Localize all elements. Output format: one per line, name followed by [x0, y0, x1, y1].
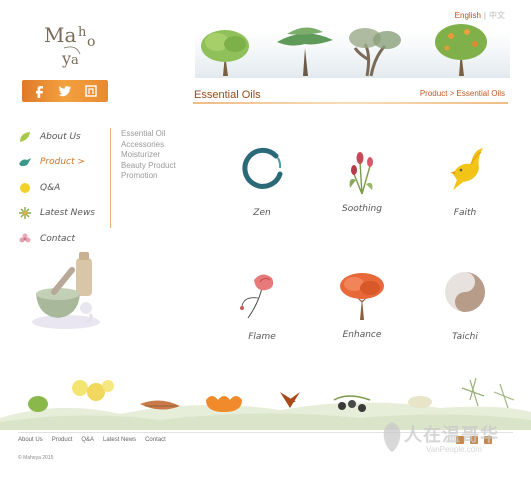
trees-banner — [195, 20, 510, 80]
facebook-icon[interactable] — [30, 82, 48, 100]
product-taichi[interactable]: Taichi — [435, 268, 495, 358]
footer-links: About Us Product Q&A Latest News Contact — [18, 437, 166, 443]
product-soothing[interactable]: Soothing — [332, 140, 392, 230]
svg-text:h: h — [78, 25, 87, 40]
product-label: Flame — [248, 332, 276, 342]
nav-item-latest-news[interactable]: Latest News — [18, 201, 108, 227]
breadcrumb[interactable]: Product > Essential Oils — [420, 89, 505, 98]
sub-nav: Essential Oil Accessories Moisturizer Be… — [121, 129, 176, 182]
title-divider — [193, 102, 508, 104]
flower-icon — [19, 207, 31, 220]
svg-text:Ma: Ma — [44, 23, 76, 47]
footer-link-latest-news[interactable]: Latest News — [103, 437, 136, 443]
subnav-item-essential-oil[interactable]: Essential Oil — [121, 129, 176, 140]
poppy-icon — [240, 274, 274, 319]
tulips-icon — [349, 152, 373, 195]
yin-yang-icon — [445, 272, 485, 312]
nav-label: Q&A — [40, 182, 61, 193]
watermark: 人在温哥华 VanPeople.com — [376, 418, 526, 458]
social-bar — [22, 80, 108, 102]
watermark-text: 人在温哥华 — [404, 425, 499, 445]
nav-label: Product > — [40, 157, 85, 168]
pink-flower-icon — [19, 233, 31, 243]
subnav-item-promotion[interactable]: Promotion — [121, 171, 176, 182]
product-enhance[interactable]: Enhance — [332, 266, 392, 356]
leaf-icon — [20, 131, 30, 142]
brand-logo[interactable]: Ma h o y a — [40, 18, 110, 70]
yellow-bird-icon — [450, 148, 483, 190]
yellow-dot-icon — [20, 182, 30, 193]
zen-circle-icon — [242, 147, 283, 189]
product-label: Soothing — [342, 204, 382, 214]
nav-label: Latest News — [40, 208, 95, 219]
lang-chinese[interactable]: 中文 — [489, 11, 505, 20]
product-label: Zen — [253, 208, 271, 218]
copyright-text: © Mahoya 2015 — [18, 455, 54, 461]
product-label: Enhance — [342, 330, 382, 340]
product-flame[interactable]: Flame — [232, 268, 292, 358]
nav-label: About Us — [40, 131, 81, 142]
lang-english[interactable]: English — [455, 11, 481, 20]
svg-text:o: o — [87, 34, 95, 50]
watermark-logo-icon — [383, 422, 401, 452]
nav-item-about-us[interactable]: About Us — [18, 124, 108, 150]
svg-text:a: a — [71, 53, 79, 68]
product-zen[interactable]: Zen — [232, 144, 292, 234]
nav-label: Contact — [40, 233, 76, 244]
twitter-icon[interactable] — [56, 82, 74, 100]
lang-separator: | — [483, 11, 486, 20]
nav-divider — [110, 128, 111, 228]
main-nav: About Us Product > Q&A Latest News Conta… — [18, 124, 108, 252]
product-label: Faith — [453, 208, 477, 218]
footer-link-qa[interactable]: Q&A — [81, 437, 94, 443]
nav-item-qa[interactable]: Q&A — [18, 175, 108, 201]
nav-item-contact[interactable]: Contact — [18, 226, 108, 252]
bird-icon — [19, 158, 31, 167]
subnav-item-moisturizer[interactable]: Moisturizer — [121, 150, 176, 161]
subnav-item-beauty-product[interactable]: Beauty Product — [121, 161, 176, 172]
product-faith[interactable]: Faith — [435, 144, 495, 234]
footer-link-contact[interactable]: Contact — [145, 437, 166, 443]
page-title: Essential Oils — [194, 89, 261, 101]
nav-item-product[interactable]: Product > — [18, 150, 108, 176]
star-anise-icon — [280, 392, 300, 408]
svg-text:y: y — [61, 49, 71, 68]
watermark-sub: VanPeople.com — [426, 445, 482, 454]
footer-link-product[interactable]: Product — [52, 437, 73, 443]
red-tree-icon — [340, 273, 384, 320]
green-leaf-icon — [28, 396, 48, 412]
mortar-pestle-illustration — [28, 250, 103, 330]
product-label: Taichi — [452, 332, 478, 342]
footer-link-about-us[interactable]: About Us — [18, 437, 43, 443]
subnav-item-accessories[interactable]: Accessories — [121, 140, 176, 151]
tumblr-icon[interactable] — [82, 82, 100, 100]
